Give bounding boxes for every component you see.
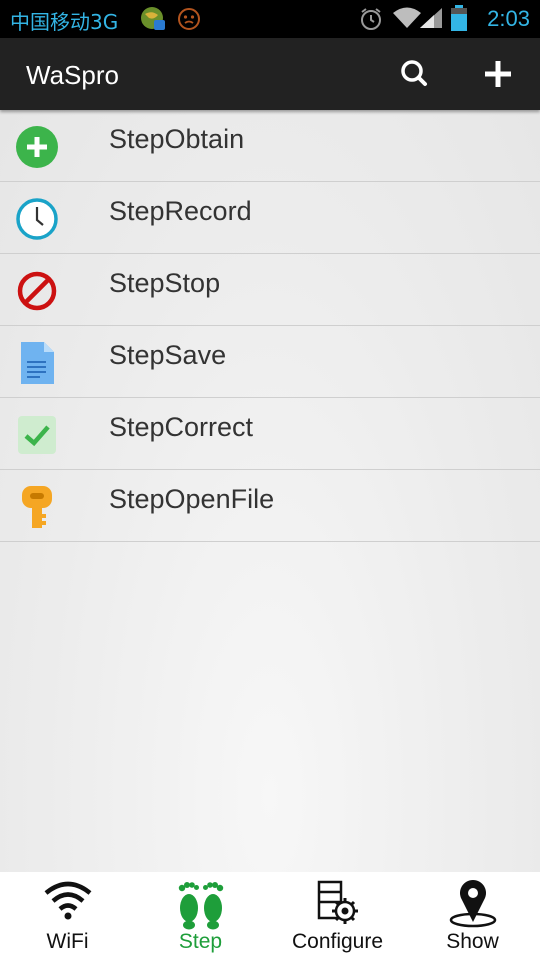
emoji-icon	[178, 8, 200, 30]
list-item-step-obtain[interactable]: StepObtain	[0, 110, 540, 182]
checkmark-icon	[18, 416, 56, 454]
clock-icon	[16, 198, 58, 240]
tab-configure[interactable]: Configure	[270, 872, 405, 960]
bottom-tab-bar: WiFi Step Configure Show	[0, 872, 540, 960]
wifi-icon	[44, 881, 91, 920]
list-item-label: StepRecord	[109, 196, 252, 226]
list-item-label: StepCorrect	[109, 412, 254, 442]
list-item-step-open-file[interactable]: StepOpenFile	[0, 470, 540, 542]
tab-label: WiFi	[46, 930, 89, 953]
list-item-label: StepOpenFile	[109, 484, 275, 514]
list-item-step-record[interactable]: StepRecord	[0, 182, 540, 254]
list-item-step-stop[interactable]: StepStop	[0, 254, 540, 326]
search-button[interactable]	[396, 56, 432, 92]
list-item-label: StepSave	[109, 340, 227, 370]
step-list-area: StepObtain StepRecord StepStop StepSave	[0, 110, 540, 872]
tab-label: Configure	[291, 930, 384, 953]
tab-label: Show	[446, 930, 499, 953]
list-item-step-save[interactable]: StepSave	[0, 326, 540, 398]
search-icon	[401, 60, 427, 86]
plus-circle-icon	[16, 126, 58, 168]
plus-icon	[485, 61, 511, 87]
tab-label: Step	[178, 930, 223, 953]
step-list: StepObtain StepRecord StepStop StepSave	[0, 110, 540, 542]
status-bar: 中国移动3G 2:03	[0, 0, 540, 38]
list-item-label: StepObtain	[109, 124, 245, 154]
tab-step[interactable]: Step	[133, 872, 268, 960]
key-icon	[22, 486, 52, 528]
map-pin-icon	[449, 880, 496, 928]
battery-icon	[451, 5, 467, 31]
globe-icon	[141, 7, 165, 30]
tab-wifi[interactable]: WiFi	[0, 872, 135, 960]
list-item-label: StepStop	[109, 268, 221, 298]
add-button[interactable]	[480, 56, 516, 92]
action-bar: WaSpro	[0, 38, 540, 110]
alarm-icon	[361, 8, 381, 30]
no-entry-icon	[17, 271, 57, 311]
status-clock: 2:03	[487, 6, 530, 31]
cell-signal-icon	[420, 8, 442, 28]
app-title: WaSpro	[26, 60, 119, 90]
carrier-label: 中国移动3G	[10, 10, 119, 34]
tab-show[interactable]: Show	[405, 872, 540, 960]
footprints-icon	[178, 882, 223, 930]
list-item-step-correct[interactable]: StepCorrect	[0, 398, 540, 470]
configure-icon	[317, 880, 358, 924]
document-icon	[21, 342, 54, 384]
